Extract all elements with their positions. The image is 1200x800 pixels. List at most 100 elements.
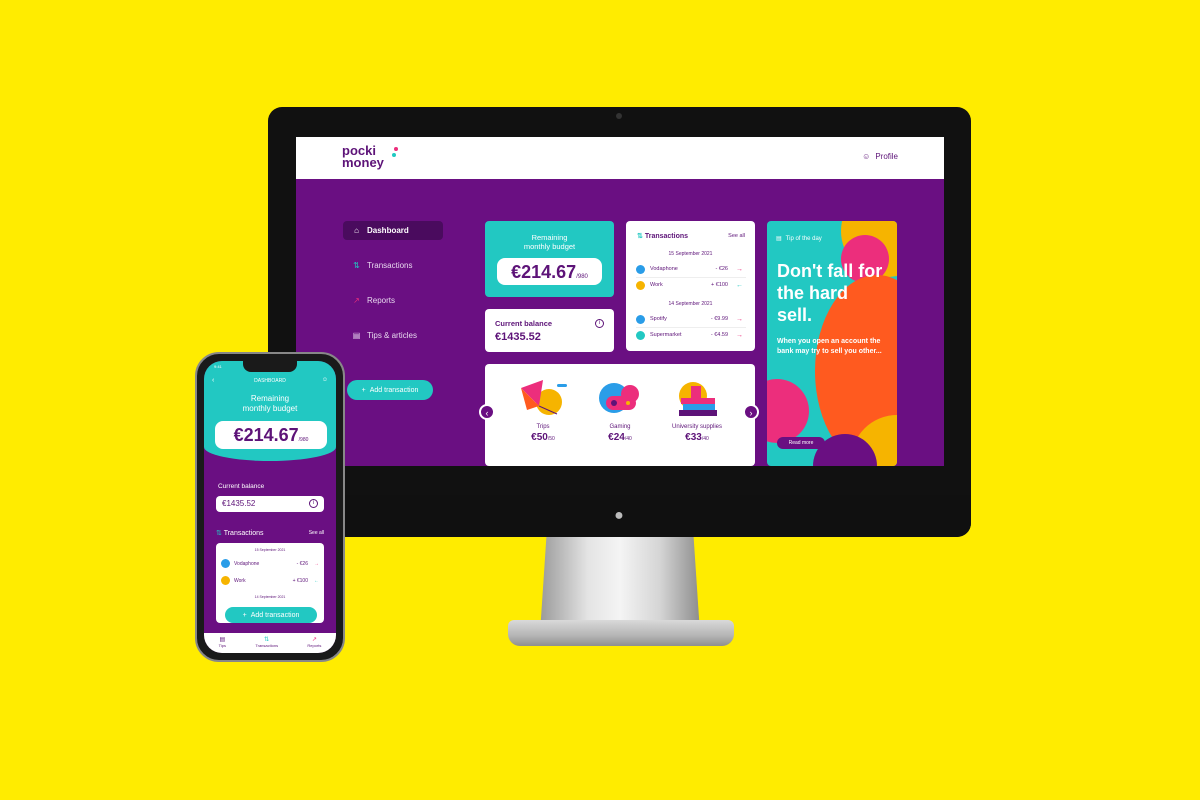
add-transaction-button[interactable]: + Add transaction — [347, 380, 433, 400]
transaction-row[interactable]: Work + €100 ← — [221, 576, 319, 585]
sidebar-item-transactions[interactable]: ⇅ Transactions — [343, 256, 443, 275]
phone-budget-title: Remaining monthly budget — [204, 394, 336, 414]
transaction-row[interactable]: Vodaphone - €26 → — [636, 263, 746, 275]
read-more-button[interactable]: Read more — [777, 437, 825, 449]
budget-card: Remaining monthly budget €214.67 /980 — [485, 221, 614, 297]
phone-page-title: DASHBOARD — [254, 378, 286, 384]
balance-amount: €1435.52 — [495, 331, 541, 343]
budget-title-line2: monthly budget — [523, 242, 576, 251]
vodaphone-icon — [636, 264, 645, 274]
sidebar-item-label: Reports — [367, 296, 396, 305]
goal-amount: €33 — [685, 432, 702, 443]
imac-stand-base — [508, 620, 734, 646]
phone-screen: 9:41 ‹ DASHBOARD ☺ Remaining monthly bud… — [204, 361, 336, 653]
transaction-date: 15 September 2021 — [254, 548, 286, 552]
camera — [616, 113, 622, 119]
transaction-name: Spotify — [650, 316, 667, 322]
savings-goals-card: Trips €50/50 Gaming €24/40 University su… — [485, 364, 755, 466]
goal-value: €24/40 — [580, 432, 660, 443]
apple-logo-icon: ● — [614, 507, 624, 524]
tab-transactions[interactable]: ⇅ Transactions — [255, 637, 279, 648]
transaction-row[interactable]: Vodaphone - €26 → — [221, 559, 319, 568]
transaction-amount: - €26 — [296, 560, 308, 567]
arrow-left-icon: ← — [314, 577, 319, 584]
goal-total: /40 — [701, 436, 709, 442]
phone-budget-pill: €214.67 /980 — [215, 421, 327, 449]
document-icon: ▤ — [776, 236, 782, 242]
transaction-row[interactable]: Work + €100 ← — [636, 279, 746, 291]
balance-title: Current balance — [495, 319, 553, 328]
goal-value: €33/40 — [657, 432, 737, 443]
phone-bottom-tabbar: ▤ Tips ⇅ Transactions ↗ Reports — [204, 633, 336, 653]
tip-of-the-day-card: ▤ Tip of the day Don't fall for the hard… — [767, 221, 897, 466]
divider — [636, 277, 746, 278]
books-illustration-icon — [657, 376, 737, 418]
swap-icon: ⇅ — [216, 530, 222, 537]
spotify-icon — [636, 314, 645, 324]
chevron-left-icon[interactable]: ‹ — [479, 404, 495, 420]
goal-total: /50 — [547, 436, 555, 442]
transaction-name: Supermarket — [650, 332, 682, 338]
plus-icon: + — [242, 611, 247, 619]
sidebar-item-reports[interactable]: ↗ Reports — [343, 291, 443, 310]
goal-label: Gaming — [609, 424, 631, 430]
desktop-screen: pocki money ☺ Profile ⌂ Dashboard ⇅ Tran… — [296, 137, 944, 466]
balance-card: Current balance €1435.52 i — [485, 309, 614, 352]
phone-budget-amount: €214.67 — [233, 425, 299, 445]
info-icon[interactable]: i — [595, 319, 604, 328]
phone-budget-title-line2: monthly budget — [242, 404, 298, 413]
tab-reports[interactable]: ↗ Reports — [307, 637, 321, 648]
divider — [636, 327, 746, 328]
home-icon: ⌂ — [354, 226, 359, 235]
tip-label-text: Tip of the day — [785, 235, 822, 242]
goal-amount: €24 — [608, 432, 625, 443]
phone-balance-amount: €1435.52 — [222, 499, 256, 508]
sidebar-item-dashboard[interactable]: ⌂ Dashboard — [343, 221, 443, 240]
document-icon: ▤ — [352, 331, 361, 340]
work-icon — [636, 280, 645, 290]
logo[interactable]: pocki money — [342, 144, 398, 169]
info-icon[interactable]: i — [309, 499, 318, 508]
goal-total: /40 — [624, 436, 632, 442]
status-time: 9:41 — [214, 364, 222, 369]
transaction-amount: + €100 — [711, 282, 728, 288]
phone-add-transaction-label: Add transaction — [250, 611, 300, 619]
swap-icon: ⇅ — [353, 261, 360, 270]
tab-label: Tips — [218, 643, 227, 648]
transaction-date: 14 September 2021 — [254, 595, 286, 599]
phone-device: 9:41 ‹ DASHBOARD ☺ Remaining monthly bud… — [195, 352, 345, 662]
imac-stand — [540, 537, 700, 633]
phone-add-transaction-button[interactable]: + Add transaction — [225, 607, 317, 623]
sidebar-nav: ⌂ Dashboard ⇅ Transactions ↗ Reports ▤ T… — [343, 221, 443, 361]
gamepad-illustration-icon — [580, 376, 660, 418]
arrow-right-icon: → — [736, 331, 743, 339]
phone-balance-title: Current balance — [218, 483, 265, 490]
phone-see-all-link[interactable]: See all — [309, 530, 324, 536]
transaction-row[interactable]: Spotify - €9.99 → — [636, 313, 746, 325]
sidebar-item-label: Tips & articles — [367, 331, 417, 340]
tab-label: Transactions — [255, 643, 279, 648]
goal-gaming[interactable]: Gaming €24/40 — [580, 376, 660, 443]
tab-tips[interactable]: ▤ Tips — [218, 637, 227, 648]
add-transaction-label: Add transaction — [369, 386, 419, 394]
phone-balance-field: €1435.52 i — [216, 496, 324, 512]
transaction-amount: - €9.99 — [710, 316, 728, 322]
arrow-right-icon: → — [314, 560, 319, 567]
phone-notch — [243, 361, 297, 372]
phone-transactions-label: Transactions — [223, 530, 264, 537]
profile-link[interactable]: ☺ Profile — [862, 152, 898, 161]
see-all-link[interactable]: See all — [728, 233, 745, 239]
tip-title: Don't fall for the hard sell. — [777, 261, 883, 325]
sidebar-item-tips[interactable]: ▤ Tips & articles — [343, 326, 443, 345]
goal-amount: €50 — [531, 432, 548, 443]
arrow-right-icon: → — [736, 315, 743, 323]
transaction-row[interactable]: Supermarket - €4.59 → — [636, 329, 746, 341]
transaction-name: Work — [650, 282, 663, 288]
goal-trips[interactable]: Trips €50/50 — [503, 376, 583, 443]
goal-label: Trips — [536, 424, 550, 430]
user-icon[interactable]: ☺ — [322, 377, 328, 383]
logo-dot-pink — [394, 147, 398, 151]
chevron-right-icon[interactable]: › — [743, 404, 759, 420]
goal-university-supplies[interactable]: University supplies €33/40 — [657, 376, 737, 443]
user-icon: ☺ — [862, 152, 871, 161]
